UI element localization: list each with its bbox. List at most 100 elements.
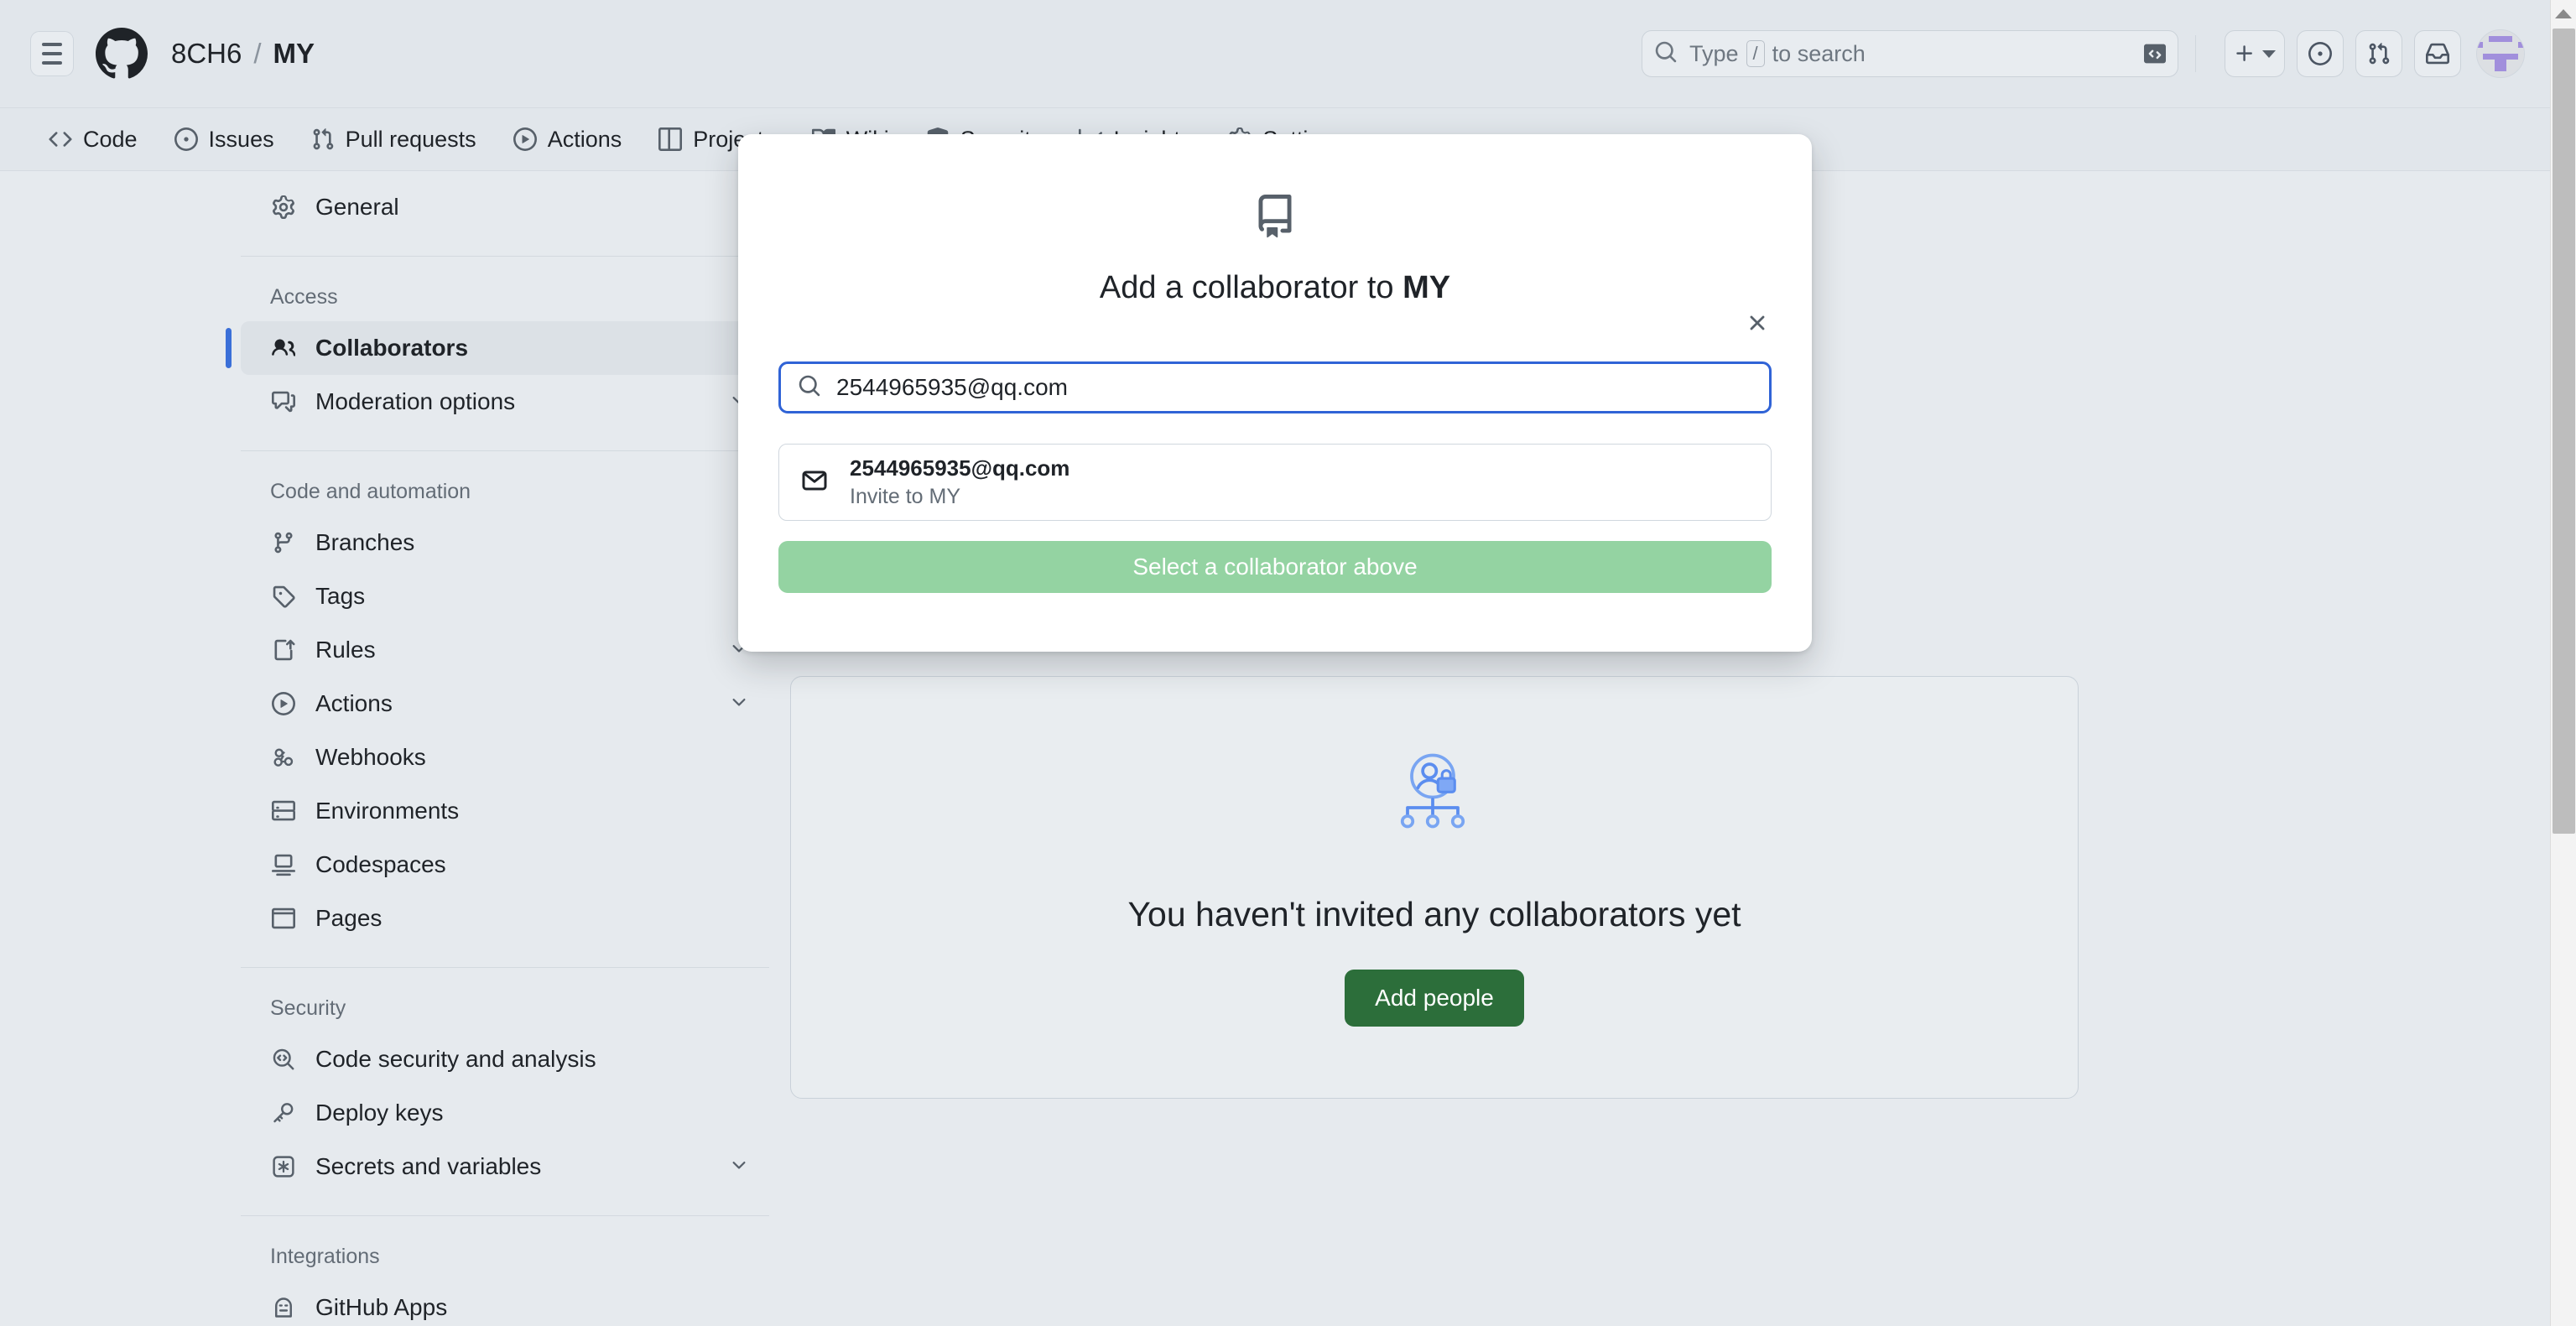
tab-label: Issues [208, 126, 274, 152]
scrollbar-thumb[interactable] [2553, 29, 2575, 834]
rules-icon [270, 638, 297, 662]
tab-label: Pull requests [345, 126, 476, 152]
sidebar-item-secrets-and-variables[interactable]: Secrets and variables [241, 1140, 769, 1193]
search-icon [798, 374, 821, 402]
sidebar-item-github-apps[interactable]: GitHub Apps [241, 1281, 769, 1326]
tab-issues[interactable]: Issues [156, 114, 293, 164]
page-scrollbar[interactable] [2550, 0, 2576, 1326]
sidebar-item-moderation-options[interactable]: Moderation options [241, 375, 769, 429]
hamburger-bar [42, 52, 62, 55]
collaborators-empty-state: You haven't invited any collaborators ye… [790, 676, 2079, 1099]
tab-pull-requests[interactable]: Pull requests [293, 114, 495, 164]
sidebar-item-label: Deploy keys [315, 1100, 444, 1126]
sidebar-item-label: Codespaces [315, 851, 446, 877]
repo-book-icon [778, 134, 1772, 238]
comment-discussion-icon [270, 390, 297, 413]
chevron-down-icon [729, 690, 749, 717]
breadcrumb: 8CH6 / MY [171, 38, 315, 70]
settings-sidebar: General Access Collaborators Moderation … [226, 180, 769, 1326]
search-input[interactable]: Type / to search [1642, 30, 2178, 77]
sidebar-item-environments[interactable]: Environments [241, 784, 769, 838]
browser-icon [270, 907, 297, 930]
chevron-down-icon [729, 1153, 749, 1180]
collaborator-result-item[interactable]: 2544965935@qq.com Invite to MY [778, 444, 1772, 521]
result-title: 2544965935@qq.com [850, 455, 1070, 481]
search-value: 2544965935@qq.com [836, 374, 1068, 400]
slash-key-hint: / [1746, 40, 1765, 67]
create-new-button[interactable] [2225, 30, 2285, 77]
sidebar-item-label: Pages [315, 905, 382, 931]
sidebar-item-label: General [315, 194, 399, 220]
play-icon [270, 692, 297, 715]
collaborator-search-input[interactable]: 2544965935@qq.com [778, 361, 1772, 413]
sidebar-item-code-security-and-analysis[interactable]: Code security and analysis [241, 1032, 769, 1086]
sidebar-divider [241, 256, 769, 257]
sidebar-item-webhooks[interactable]: Webhooks [241, 731, 769, 784]
add-people-button[interactable]: Add people [1345, 969, 1524, 1027]
tab-label: Code [83, 126, 138, 152]
collaborators-lock-illustration [1382, 749, 1487, 858]
sidebar-item-general[interactable]: General [241, 180, 769, 234]
sidebar-item-label: Collaborators [315, 335, 469, 361]
git-branch-icon [270, 531, 297, 554]
inbox-icon[interactable] [2414, 30, 2461, 77]
gear-icon [270, 195, 297, 219]
github-logo-icon[interactable] [96, 28, 148, 80]
sidebar-item-label: Environments [315, 798, 460, 824]
terminal-icon[interactable] [2144, 43, 2166, 65]
scroll-up-button[interactable] [2551, 0, 2576, 28]
empty-state-heading: You haven't invited any collaborators ye… [1127, 894, 1741, 933]
select-collaborator-button[interactable]: Select a collaborator above [778, 541, 1772, 593]
mail-icon [801, 467, 828, 498]
sidebar-item-tags[interactable]: Tags [241, 569, 769, 623]
hamburger-bar [42, 61, 62, 65]
dialog-title-repo: MY [1402, 270, 1451, 305]
issues-icon[interactable] [2297, 30, 2344, 77]
sidebar-section-title: Access [270, 285, 338, 309]
tab-code[interactable]: Code [30, 114, 156, 164]
close-icon[interactable] [1738, 304, 1777, 342]
chevron-up-icon [2555, 9, 2572, 18]
sidebar-divider [241, 450, 769, 451]
tab-actions[interactable]: Actions [495, 114, 641, 164]
sidebar-section-title: Integrations [270, 1245, 380, 1268]
header-actions: Type / to search [1642, 29, 2550, 78]
pull-requests-icon[interactable] [2355, 30, 2402, 77]
sidebar-item-label: Secrets and variables [315, 1153, 542, 1179]
search-placeholder: Type / to search [1689, 40, 1866, 67]
hamburger-icon[interactable] [30, 31, 74, 76]
server-icon [270, 799, 297, 823]
sidebar-item-collaborators[interactable]: Collaborators [226, 321, 769, 375]
sidebar-item-label: Code security and analysis [315, 1046, 596, 1072]
avatar[interactable] [2476, 29, 2525, 78]
sidebar-item-codespaces[interactable]: Codespaces [241, 838, 769, 892]
breadcrumb-owner[interactable]: 8CH6 [171, 38, 242, 70]
search-placeholder-text: Type [1689, 40, 1739, 66]
search-icon [1654, 40, 1678, 68]
codescan-icon [270, 1048, 297, 1071]
dialog-title: Add a collaborator to MY [778, 270, 1772, 306]
global-header: 8CH6 / MY Type / to search [0, 0, 2550, 108]
key-icon [270, 1101, 297, 1125]
tag-icon [270, 585, 297, 608]
sidebar-section-title: Security [270, 996, 346, 1020]
sidebar-item-actions[interactable]: Actions [241, 677, 769, 731]
sidebar-item-label: GitHub Apps [315, 1294, 448, 1320]
sidebar-item-label: Branches [315, 529, 415, 555]
sidebar-item-pages[interactable]: Pages [241, 892, 769, 945]
codespaces-icon [270, 853, 297, 876]
sidebar-item-label: Webhooks [315, 744, 426, 770]
sidebar-item-rules[interactable]: Rules [241, 623, 769, 677]
breadcrumb-repo[interactable]: MY [273, 38, 315, 70]
asterisk-key-icon [270, 1155, 297, 1178]
chevron-down-icon [2262, 49, 2276, 58]
apps-robot-icon [270, 1296, 297, 1319]
sidebar-item-label: Rules [315, 637, 376, 663]
add-collaborator-dialog: Add a collaborator to MY 2544965935@qq.c… [738, 134, 1812, 652]
search-placeholder-tail: to search [1772, 40, 1866, 66]
sidebar-item-label: Tags [315, 583, 366, 609]
sidebar-item-deploy-keys[interactable]: Deploy keys [241, 1086, 769, 1140]
sidebar-item-branches[interactable]: Branches [241, 516, 769, 569]
result-subtitle: Invite to MY [850, 485, 960, 508]
sidebar-divider [241, 967, 769, 968]
